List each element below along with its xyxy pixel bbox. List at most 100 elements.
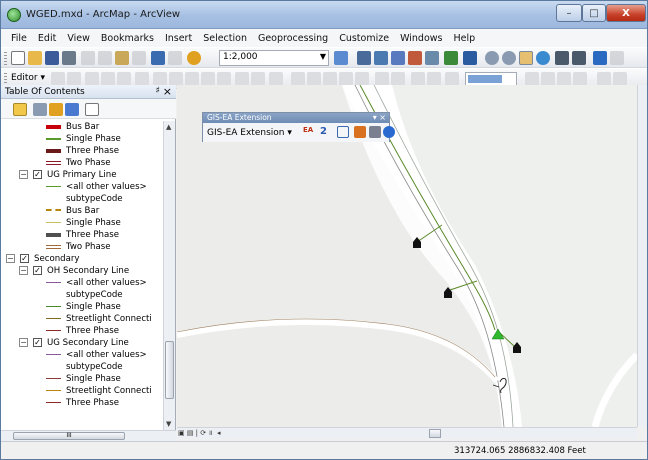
menu-help[interactable]: Help	[453, 33, 475, 44]
network-combo[interactable]	[465, 72, 517, 86]
map-vertical-scrollbar[interactable]	[637, 85, 647, 427]
house-icon[interactable]	[413, 237, 421, 248]
forward-extent-icon[interactable]	[610, 51, 624, 65]
undo-icon[interactable]	[151, 51, 165, 65]
list-item[interactable]: Streetlight Connecti	[46, 385, 152, 397]
list-item[interactable]: Three Phase	[46, 325, 119, 337]
list-item[interactable]: Bus Bar	[46, 205, 99, 217]
model-builder-icon[interactable]	[444, 51, 458, 65]
reshape-icon[interactable]	[169, 72, 183, 86]
copy-icon[interactable]	[98, 51, 112, 65]
network-tool-8-icon[interactable]	[411, 72, 425, 86]
minimize-button[interactable]: –	[556, 4, 582, 22]
utility-tool-2-icon[interactable]	[541, 72, 555, 86]
map-scale-combo[interactable]: 1:2,000 ▼	[219, 50, 329, 66]
catalog-window-icon[interactable]	[374, 51, 388, 65]
toolbar-grip[interactable]	[4, 52, 7, 65]
menu-file[interactable]: File	[11, 33, 27, 44]
create-features-icon[interactable]	[269, 72, 283, 86]
layer-group-secondary[interactable]: − ✓ Secondary	[6, 253, 80, 265]
network-tool-5-icon[interactable]	[355, 72, 369, 86]
scroll-thumb[interactable]	[429, 429, 441, 438]
menu-bookmarks[interactable]: Bookmarks	[101, 33, 154, 44]
network-tool-1-icon[interactable]	[291, 72, 305, 86]
ea-tool-icon[interactable]: EA	[303, 126, 315, 138]
pin-icon[interactable]: ♯	[156, 86, 160, 96]
maximize-button[interactable]: □	[582, 4, 606, 22]
step-two-icon[interactable]: 2	[320, 126, 332, 138]
utility-tool-1-icon[interactable]	[525, 72, 539, 86]
network-tool-10-icon[interactable]	[445, 72, 459, 86]
utility-tool-3-icon[interactable]	[557, 72, 571, 86]
layer-ug-primary-line[interactable]: − ✓ UG Primary Line	[19, 169, 117, 181]
delete-icon[interactable]	[132, 51, 146, 65]
point-icon[interactable]	[135, 72, 149, 86]
list-item[interactable]: Bus Bar	[46, 121, 99, 133]
open-folder-icon[interactable]	[28, 51, 42, 65]
gisea-toolbar-controls[interactable]: ▾ ×	[373, 113, 386, 123]
list-by-selection-icon[interactable]	[65, 103, 79, 116]
collapse-toggle[interactable]: −	[19, 266, 28, 275]
rotate-icon[interactable]	[217, 72, 231, 86]
layer-visibility-checkbox[interactable]: ✓	[20, 254, 29, 263]
list-item[interactable]: <all other values>	[46, 349, 147, 361]
layer-visibility-checkbox[interactable]: ✓	[33, 266, 42, 275]
arctoolbox-icon[interactable]	[408, 51, 422, 65]
list-by-source-icon[interactable]	[33, 103, 47, 116]
list-item[interactable]: Three Phase	[46, 397, 119, 409]
flag-icon[interactable]	[354, 126, 366, 138]
menu-customize[interactable]: Customize	[339, 33, 389, 44]
back-extent-icon[interactable]	[593, 51, 607, 65]
list-item[interactable]: Single Phase	[46, 301, 121, 313]
cut-icon[interactable]	[81, 51, 95, 65]
cut-polygons-icon[interactable]	[185, 72, 199, 86]
scroll-thumb[interactable]	[165, 341, 174, 399]
utility-tool-6-icon[interactable]	[613, 72, 627, 86]
data-layout-view-buttons[interactable]: ▣ ▤ | ⟳ ॥ ◂	[178, 429, 221, 438]
print-icon[interactable]	[62, 51, 76, 65]
scroll-down-icon[interactable]: ▼	[166, 420, 171, 428]
utility-tool-4-icon[interactable]	[573, 72, 587, 86]
save-icon[interactable]	[45, 51, 59, 65]
edit-tool-icon[interactable]	[51, 72, 65, 86]
collapse-toggle[interactable]: −	[19, 170, 28, 179]
utility-tool-5-icon[interactable]	[597, 72, 611, 86]
layer-ug-secondary-line[interactable]: − ✓ UG Secondary Line	[19, 337, 129, 349]
menu-selection[interactable]: Selection	[203, 33, 247, 44]
attributes-icon[interactable]	[235, 72, 249, 86]
options-icon[interactable]	[85, 103, 99, 116]
python-window-icon[interactable]	[425, 51, 439, 65]
network-tool-4-icon[interactable]	[339, 72, 353, 86]
layer-visibility-checkbox[interactable]: ✓	[33, 338, 42, 347]
network-tool-6-icon[interactable]	[375, 72, 389, 86]
binoculars-icon[interactable]	[369, 126, 381, 138]
straight-segment-icon[interactable]	[85, 72, 99, 86]
gisea-toolbar-titlebar[interactable]: GIS-EA Extension ▾ ×	[203, 113, 389, 123]
split-icon[interactable]	[201, 72, 215, 86]
list-item[interactable]: Three Phase	[46, 229, 119, 241]
title-bar[interactable]: WGED.mxd - ArcMap - ArcView – □ X	[1, 1, 647, 29]
edit-annotation-icon[interactable]	[67, 72, 81, 86]
network-tool-9-icon[interactable]	[427, 72, 441, 86]
list-item[interactable]: Single Phase	[46, 217, 121, 229]
list-by-drawing-order-icon[interactable]	[13, 103, 27, 116]
layer-visibility-checkbox[interactable]: ✓	[33, 170, 42, 179]
trace-icon[interactable]	[117, 72, 131, 86]
paste-icon[interactable]	[115, 51, 129, 65]
list-item[interactable]: Single Phase	[46, 133, 121, 145]
network-tool-3-icon[interactable]	[323, 72, 337, 86]
close-icon[interactable]: ×	[163, 85, 172, 98]
close-button[interactable]: X	[606, 4, 646, 22]
list-item[interactable]: Two Phase	[46, 241, 111, 253]
editor-menu-button[interactable]: Editor ▾	[11, 73, 45, 83]
scroll-up-icon[interactable]: ▲	[166, 123, 171, 131]
menu-geoprocessing[interactable]: Geoprocessing	[258, 33, 328, 44]
info-icon[interactable]	[383, 126, 395, 138]
menu-edit[interactable]: Edit	[38, 33, 56, 44]
menu-windows[interactable]: Windows	[400, 33, 442, 44]
list-item[interactable]: Single Phase	[46, 373, 121, 385]
trace-network-icon[interactable]	[337, 126, 349, 138]
zoom-in-icon[interactable]	[485, 51, 499, 65]
whats-this-icon[interactable]	[463, 51, 477, 65]
network-tool-2-icon[interactable]	[307, 72, 321, 86]
